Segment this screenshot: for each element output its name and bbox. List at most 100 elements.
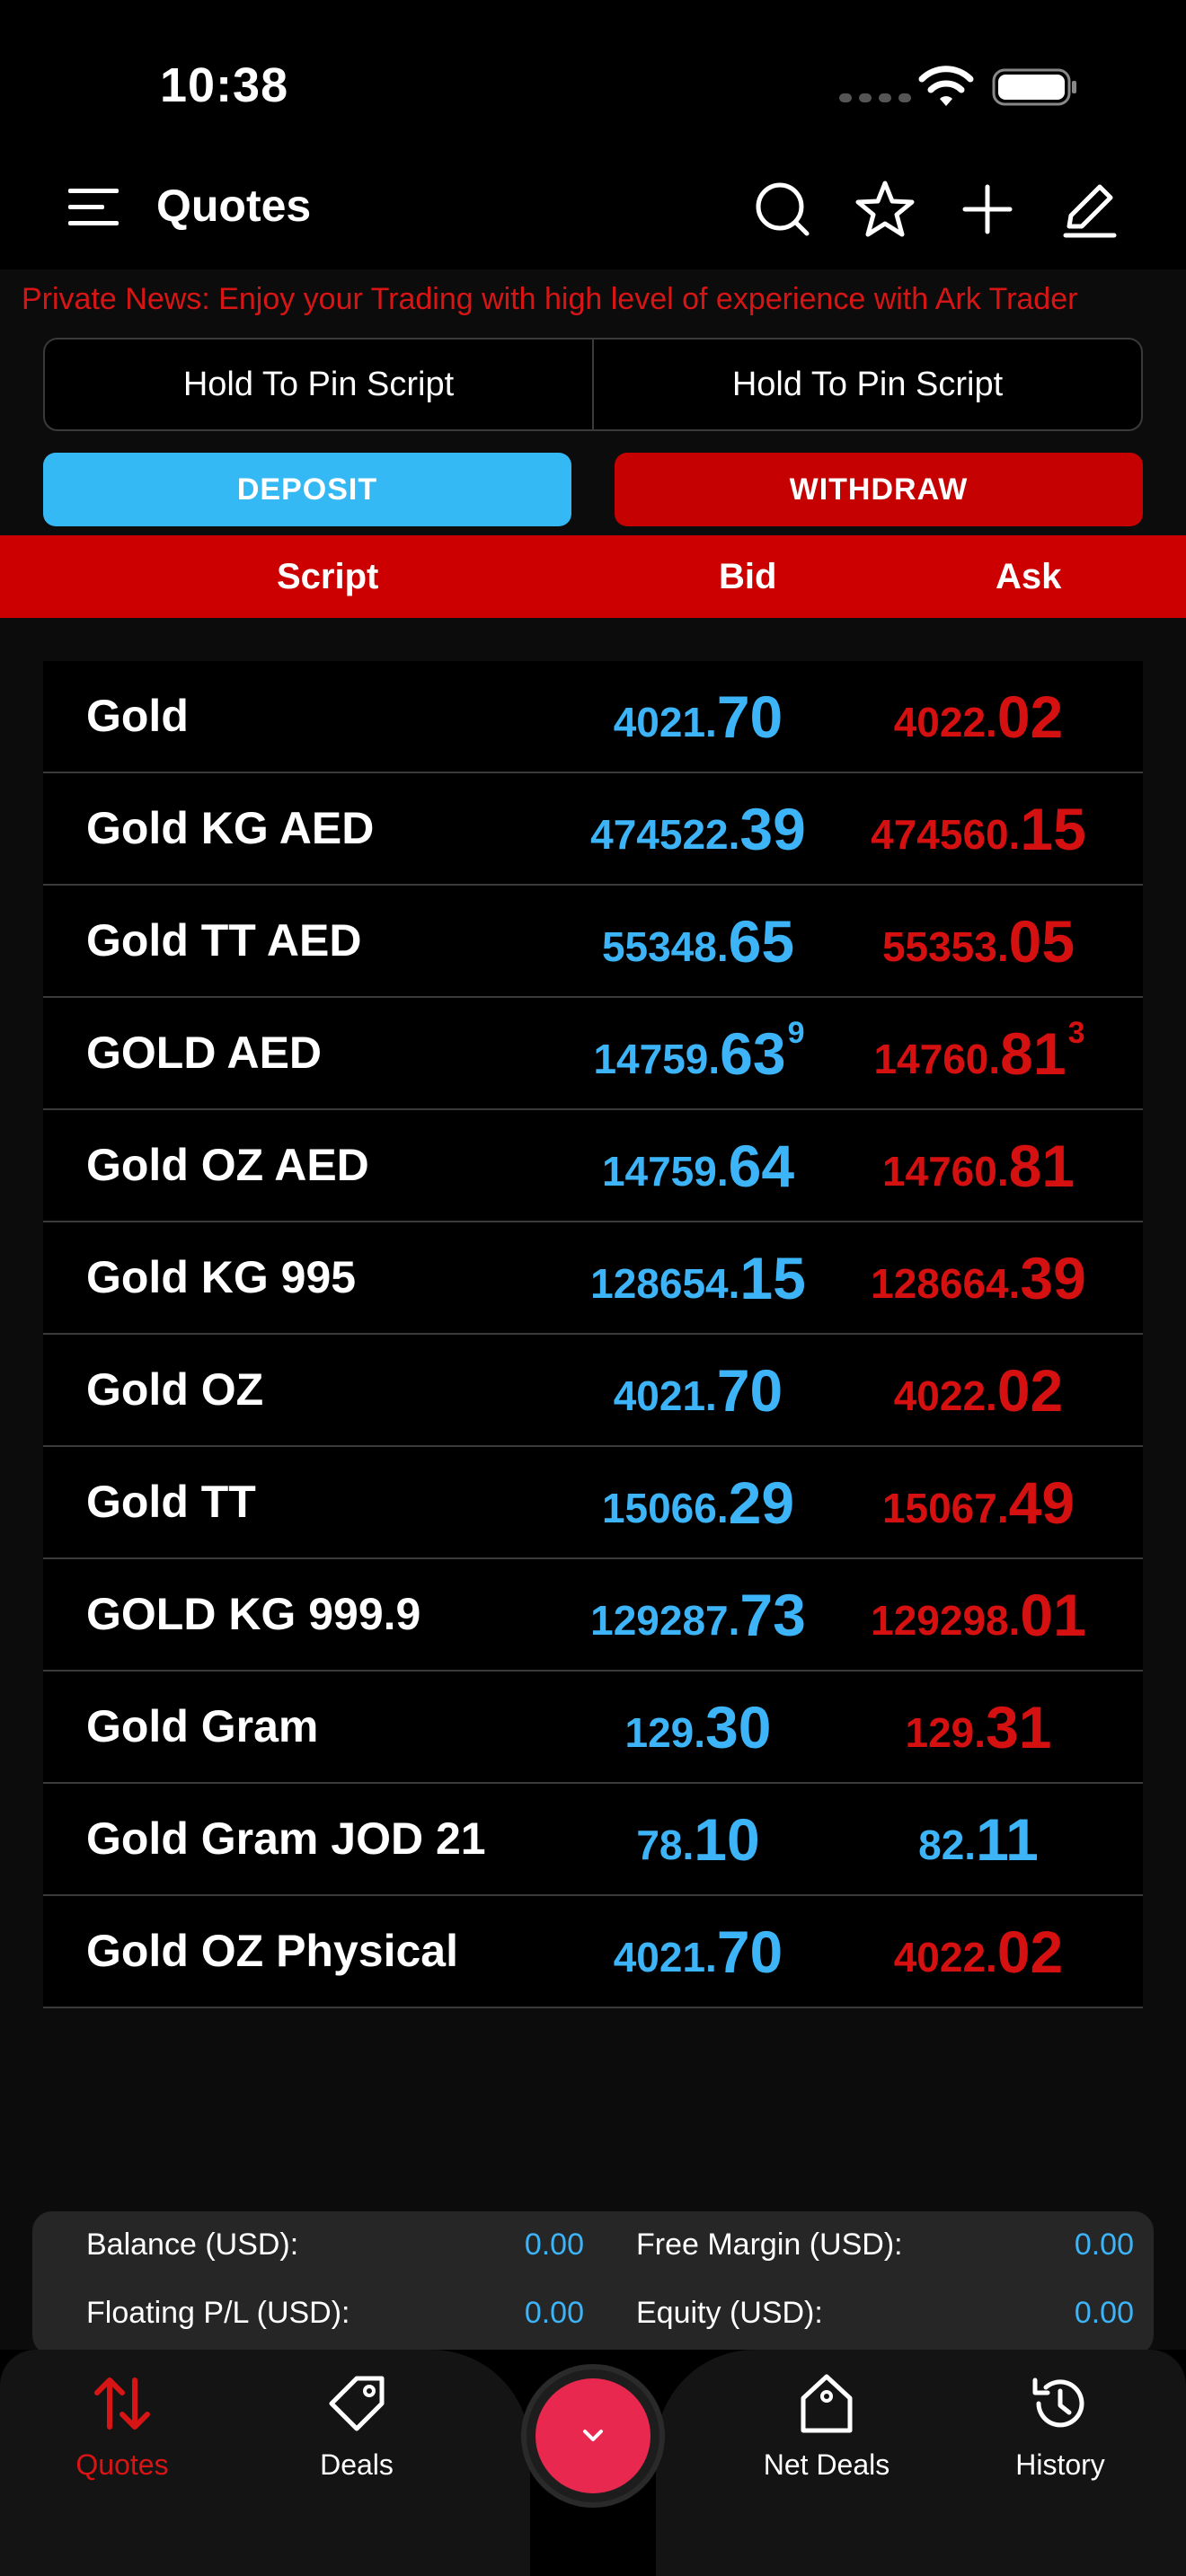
free-margin-label: Free Margin (USD):: [636, 2228, 903, 2262]
bid-price[interactable]: 4021. 70: [564, 1896, 834, 2007]
history-icon: [1032, 2378, 1084, 2428]
battery-icon: [992, 68, 1076, 106]
ask-price[interactable]: 15067. 49: [845, 1447, 1114, 1557]
quote-name: Gold TT AED: [86, 915, 362, 966]
bid-price[interactable]: 14759. 64: [564, 1110, 834, 1221]
ask-price[interactable]: 129. 31: [845, 1672, 1114, 1782]
ask-price-main: 4022.: [893, 1933, 997, 1981]
cellular-icon: [839, 93, 911, 102]
ask-price-pips: 39: [1020, 1244, 1086, 1311]
expand-fab-button[interactable]: [535, 2378, 651, 2493]
ask-price-pips: 31: [986, 1693, 1052, 1760]
balance-label: Balance (USD):: [86, 2228, 299, 2262]
plus-icon[interactable]: [958, 180, 1017, 239]
ask-price-main: 474560.: [871, 810, 1021, 858]
menu-icon[interactable]: [66, 185, 120, 230]
bid-price-pips: 64: [728, 1132, 795, 1199]
column-header-bid: Bid: [719, 557, 777, 596]
chevron-down-icon: [583, 2430, 603, 2441]
ask-price-pips: 49: [1008, 1469, 1075, 1536]
edit-icon[interactable]: [1060, 180, 1120, 239]
nav-deals[interactable]: Deals: [267, 2371, 447, 2497]
bid-price-pips: 65: [728, 907, 795, 975]
quote-name: Gold OZ: [86, 1364, 264, 1415]
quote-row[interactable]: Gold Gram JOD 21 78. 10 82. 11: [43, 1784, 1143, 1896]
bid-price[interactable]: 129. 30: [564, 1672, 834, 1782]
bid-price[interactable]: 129287. 73: [564, 1559, 834, 1670]
nav-history[interactable]: History: [970, 2371, 1150, 2497]
ask-price[interactable]: 128664. 39: [845, 1222, 1114, 1333]
status-time: 10:38: [160, 58, 289, 112]
bid-price-main: 14759.: [593, 1035, 721, 1082]
bid-price-main: 128654.: [590, 1259, 740, 1307]
column-header-script: Script: [277, 557, 379, 596]
bid-price[interactable]: 15066. 29: [564, 1447, 834, 1557]
nav-history-label: History: [1015, 2448, 1105, 2481]
quote-name: GOLD KG 999.9: [86, 1589, 421, 1639]
bid-price-main: 55348.: [601, 922, 729, 970]
bid-price[interactable]: 78. 10: [564, 1784, 834, 1894]
bid-price-pips: 15: [739, 1244, 806, 1311]
ask-price-main: 14760.: [881, 1147, 1009, 1195]
bid-price[interactable]: 474522. 39: [564, 773, 834, 884]
column-header-ask: Ask: [996, 557, 1062, 596]
search-icon[interactable]: [753, 180, 812, 239]
bid-price-main: 15066.: [601, 1484, 729, 1531]
bid-price[interactable]: 4021. 70: [564, 661, 834, 772]
quote-row[interactable]: Gold OZ Physical 4021. 70 4022. 02: [43, 1896, 1143, 2008]
nav-deals-label: Deals: [320, 2448, 394, 2481]
ask-price[interactable]: 14760. 81: [845, 1110, 1114, 1221]
ask-price[interactable]: 55353. 05: [845, 886, 1114, 996]
ask-price-pips: 11: [976, 1805, 1039, 1873]
bid-price-main: 78.: [636, 1821, 695, 1868]
ask-price-pips: 05: [1008, 907, 1075, 975]
wifi-icon: [918, 66, 974, 106]
quote-row[interactable]: Gold TT AED 55348. 65 55353. 05: [43, 886, 1143, 998]
quote-row[interactable]: Gold OZ 4021. 70 4022. 02: [43, 1335, 1143, 1447]
ask-price-main: 4022.: [893, 1372, 997, 1419]
nav-net-deals[interactable]: Net Deals: [737, 2371, 916, 2497]
quote-row[interactable]: Gold OZ AED 14759. 64 14760. 81: [43, 1110, 1143, 1222]
nav-quotes-label: Quotes: [75, 2448, 169, 2481]
ask-price[interactable]: 474560. 15: [845, 773, 1114, 884]
quote-name: Gold Gram JOD 21: [86, 1813, 486, 1864]
bid-price-main: 4021.: [613, 1372, 717, 1419]
quote-name: Gold KG 995: [86, 1252, 357, 1302]
quote-row[interactable]: Gold TT 15066. 29 15067. 49: [43, 1447, 1143, 1559]
floating-pl-value: 0.00: [524, 2296, 584, 2330]
quote-row[interactable]: Gold KG AED 474522. 39 474560. 15: [43, 773, 1143, 886]
bid-price-pips: 73: [739, 1581, 806, 1648]
bid-price-pips: 10: [694, 1805, 760, 1873]
pin-slot-right[interactable]: Hold To Pin Script: [592, 340, 1141, 429]
ask-price[interactable]: 129298. 01: [845, 1559, 1114, 1670]
ask-price[interactable]: 82. 11: [845, 1784, 1114, 1894]
ask-price-main: 14760.: [873, 1035, 1001, 1082]
pin-slot-left[interactable]: Hold To Pin Script: [45, 340, 592, 429]
bid-price[interactable]: 4021. 70: [564, 1335, 834, 1445]
bid-price[interactable]: 55348. 65: [564, 886, 834, 996]
ask-price-main: 129.: [905, 1708, 987, 1756]
deposit-button[interactable]: DEPOSIT: [43, 453, 571, 526]
quote-row[interactable]: GOLD AED 14759. 63 9 14760. 81 3: [43, 998, 1143, 1110]
quote-row[interactable]: Gold KG 995 128654. 15 128664. 39: [43, 1222, 1143, 1335]
ask-price-pips: 02: [996, 1356, 1064, 1424]
bid-price-pips: 30: [705, 1693, 772, 1760]
floating-pl-label: Floating P/L (USD):: [86, 2296, 350, 2330]
ask-price[interactable]: 4022. 02: [845, 1335, 1114, 1445]
bid-price[interactable]: 128654. 15: [564, 1222, 834, 1333]
quote-row[interactable]: GOLD KG 999.9 129287. 73 129298. 01: [43, 1559, 1143, 1672]
star-icon[interactable]: [855, 180, 915, 239]
withdraw-button[interactable]: WITHDRAW: [615, 453, 1143, 526]
bid-price[interactable]: 14759. 63 9: [564, 998, 834, 1108]
ask-price-main: 129298.: [871, 1596, 1021, 1644]
swap-vertical-icon: [94, 2378, 150, 2430]
quote-name: Gold: [86, 691, 189, 741]
nav-quotes[interactable]: Quotes: [32, 2371, 212, 2497]
quote-row[interactable]: Gold Gram 129. 30 129. 31: [43, 1672, 1143, 1784]
quote-name: Gold Gram: [86, 1701, 319, 1751]
ask-price-main: 128664.: [871, 1259, 1021, 1307]
ask-price[interactable]: 14760. 81 3: [845, 998, 1114, 1108]
quote-row[interactable]: Gold 4021. 70 4022. 02: [43, 661, 1143, 773]
ask-price[interactable]: 4022. 02: [845, 661, 1114, 772]
ask-price[interactable]: 4022. 02: [845, 1896, 1114, 2007]
